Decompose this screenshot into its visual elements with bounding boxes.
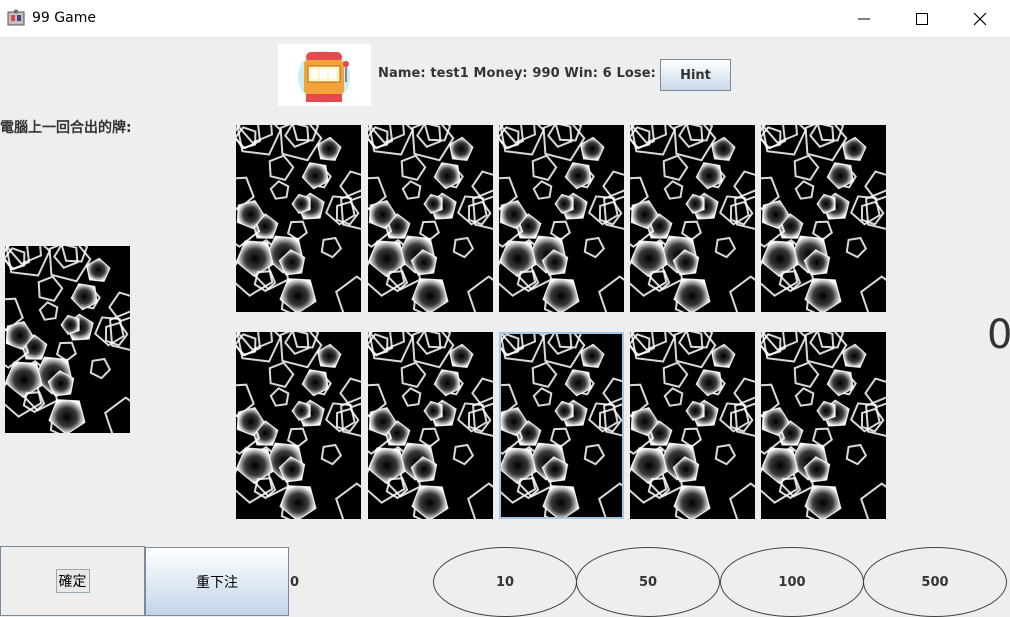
hand-card[interactable]	[630, 125, 755, 312]
hand-card[interactable]	[236, 125, 361, 312]
hand-card[interactable]	[236, 332, 361, 519]
last-round-label: 電腦上一回合出的牌:	[0, 120, 132, 136]
hint-button[interactable]: Hint	[660, 59, 731, 91]
app-icon	[7, 9, 25, 27]
card-back-pattern	[499, 125, 624, 312]
card-back-pattern	[761, 332, 886, 519]
computer-last-card	[5, 246, 130, 433]
card-back-pattern	[499, 332, 624, 519]
player-info: Name: test1 Money: 990 Win: 6 Lose: 7	[378, 66, 670, 81]
card-back-pattern	[630, 125, 755, 312]
point-counter: 0	[987, 312, 1010, 358]
hand-card[interactable]	[368, 125, 493, 312]
confirm-button[interactable]: 確定	[0, 546, 145, 616]
hand-card[interactable]	[761, 332, 886, 519]
hand-card[interactable]	[761, 125, 886, 312]
confirm-label: 確定	[55, 569, 90, 593]
card-back-pattern	[368, 332, 493, 519]
maximize-button[interactable]	[893, 0, 951, 37]
player-avatar	[278, 44, 371, 106]
card-back-pattern	[761, 125, 886, 312]
slot-machine-icon	[298, 51, 350, 103]
maximize-icon	[916, 13, 928, 25]
hand-card[interactable]	[368, 332, 493, 519]
hand-card[interactable]	[499, 125, 624, 312]
card-back-pattern	[368, 125, 493, 312]
card-back-pattern	[630, 332, 755, 519]
card-back-pattern	[236, 332, 361, 519]
bet-amount: 0	[290, 575, 300, 590]
minimize-button[interactable]	[835, 0, 893, 37]
hand-card[interactable]	[499, 332, 624, 519]
close-button[interactable]	[951, 0, 1009, 37]
title-bar: 99 Game	[0, 0, 1010, 38]
chip-50-button[interactable]: 50	[576, 547, 720, 617]
hand-card[interactable]	[630, 332, 755, 519]
minimize-icon	[858, 18, 870, 20]
close-icon	[973, 12, 987, 26]
chip-100-button[interactable]: 100	[720, 547, 864, 617]
rebet-button[interactable]: 重下注	[145, 547, 289, 616]
window-title: 99 Game	[32, 10, 96, 26]
chip-500-button[interactable]: 500	[863, 547, 1007, 617]
card-back-pattern	[236, 125, 361, 312]
card-back-pattern	[5, 246, 130, 433]
chip-10-button[interactable]: 10	[433, 547, 577, 617]
